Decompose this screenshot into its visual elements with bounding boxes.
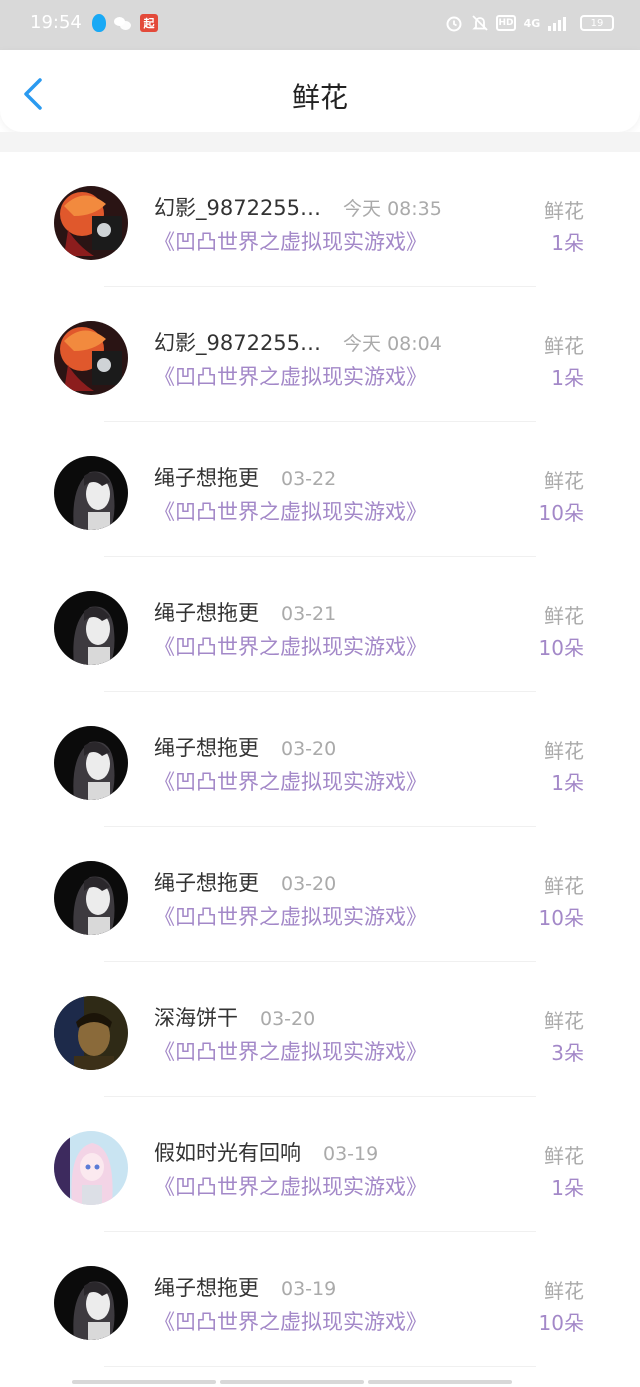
username[interactable]: 幻影_9872255… [154,327,321,357]
gift-type-label: 鲜花 [544,469,584,493]
status-bar: 19:54 起 HD 4G 19 [0,0,640,50]
gift-count: 3朵 [551,1041,584,1065]
item-header: 绳子想拖更 03-21 [154,597,336,627]
timestamp: 03-20 [281,873,337,895]
item-header: 幻影_9872255… 今天 08:35 [154,192,442,222]
timestamp: 03-19 [281,1278,337,1300]
gift-type-label: 鲜花 [544,1144,584,1168]
gift-count: 1朵 [551,1176,584,1200]
username[interactable]: 幻影_9872255… [154,192,321,222]
battery-icon: 19 [580,15,614,31]
list-item[interactable]: 幻影_9872255… 今天 08:04 《凹凸世界之虚拟现实游戏》 鲜花 1朵 [0,287,640,422]
book-title-link[interactable]: 《凹凸世界之虚拟现实游戏》 [154,226,427,256]
gift-type-label: 鲜花 [544,604,584,628]
gift-count: 10朵 [538,906,584,930]
page-indicator [72,1380,512,1384]
list-item[interactable]: 假如时光有回响 03-19 《凹凸世界之虚拟现实游戏》 鲜花 1朵 [0,1097,640,1232]
item-header: 绳子想拖更 03-22 [154,462,336,492]
gift-type-label: 鲜花 [544,1009,584,1033]
qq-icon [92,14,106,32]
gift-type-label: 鲜花 [544,199,584,223]
list-item[interactable]: 绳子想拖更 03-20 《凹凸世界之虚拟现实游戏》 鲜花 1朵 [0,692,640,827]
username[interactable]: 绳子想拖更 [154,1272,259,1302]
item-header: 深海饼干 03-20 [154,1002,315,1032]
timestamp: 03-20 [260,1008,316,1030]
item-header: 幻影_9872255… 今天 08:04 [154,327,442,357]
gift-type-label: 鲜花 [544,334,584,358]
gift-type-label: 鲜花 [544,1279,584,1303]
username[interactable]: 绳子想拖更 [154,867,259,897]
list-item[interactable]: 绳子想拖更 03-19 《凹凸世界之虚拟现实游戏》 鲜花 10朵 [0,1232,640,1367]
item-header: 绳子想拖更 03-19 [154,1272,336,1302]
avatar[interactable] [54,996,128,1070]
signal-icon [548,15,574,31]
navigation-header: 鲜花 [0,50,640,132]
item-header: 假如时光有回响 03-19 [154,1137,378,1167]
avatar[interactable] [54,591,128,665]
gift-count: 1朵 [551,231,584,255]
username[interactable]: 绳子想拖更 [154,732,259,762]
mute-icon [470,13,490,33]
indicator-bar [72,1380,216,1384]
book-title-link[interactable]: 《凹凸世界之虚拟现实游戏》 [154,1036,427,1066]
timestamp: 03-22 [281,468,337,490]
indicator-bar [368,1380,512,1384]
username[interactable]: 绳子想拖更 [154,462,259,492]
system-status-icons: HD 4G 19 [444,13,614,33]
gift-count: 10朵 [538,501,584,525]
item-header: 绳子想拖更 03-20 [154,867,336,897]
page-title: 鲜花 [291,81,348,114]
book-title-link[interactable]: 《凹凸世界之虚拟现实游戏》 [154,361,427,391]
gift-type-label: 鲜花 [544,874,584,898]
section-gap [0,132,640,152]
avatar[interactable] [54,456,128,530]
timestamp: 03-19 [323,1143,379,1165]
gift-count: 10朵 [538,636,584,660]
book-title-link[interactable]: 《凹凸世界之虚拟现实游戏》 [154,1171,427,1201]
hd-icon: HD [496,15,516,31]
avatar[interactable] [54,186,128,260]
gift-type-label: 鲜花 [544,739,584,763]
timestamp: 03-21 [281,603,337,625]
avatar[interactable] [54,726,128,800]
notification-icons: 起 [92,14,158,32]
network-type-icon: 4G [523,16,541,30]
book-title-link[interactable]: 《凹凸世界之虚拟现实游戏》 [154,1306,427,1336]
username[interactable]: 假如时光有回响 [154,1137,301,1167]
book-title-link[interactable]: 《凹凸世界之虚拟现实游戏》 [154,901,427,931]
gift-count: 1朵 [551,366,584,390]
list-item[interactable]: 幻影_9872255… 今天 08:35 《凹凸世界之虚拟现实游戏》 鲜花 1朵 [0,152,640,287]
alarm-icon [444,13,464,33]
indicator-bar [220,1380,364,1384]
book-title-link[interactable]: 《凹凸世界之虚拟现实游戏》 [154,631,427,661]
timestamp: 03-20 [281,738,337,760]
status-time: 19:54 [30,12,82,33]
list-item[interactable]: 绳子想拖更 03-21 《凹凸世界之虚拟现实游戏》 鲜花 10朵 [0,557,640,692]
avatar[interactable] [54,1131,128,1205]
timestamp: 今天 08:35 [343,198,442,220]
avatar[interactable] [54,1266,128,1340]
item-header: 绳子想拖更 03-20 [154,732,336,762]
wechat-icon [114,16,132,30]
list-item[interactable]: 绳子想拖更 03-22 《凹凸世界之虚拟现实游戏》 鲜花 10朵 [0,422,640,557]
book-title-link[interactable]: 《凹凸世界之虚拟现实游戏》 [154,496,427,526]
timestamp: 今天 08:04 [343,333,442,355]
gift-count: 10朵 [538,1311,584,1335]
book-title-link[interactable]: 《凹凸世界之虚拟现实游戏》 [154,766,427,796]
list-item[interactable]: 深海饼干 03-20 《凹凸世界之虚拟现实游戏》 鲜花 3朵 [0,962,640,1097]
list-item[interactable]: 绳子想拖更 03-20 《凹凸世界之虚拟现实游戏》 鲜花 10朵 [0,827,640,962]
avatar[interactable] [54,321,128,395]
username[interactable]: 绳子想拖更 [154,597,259,627]
divider [104,1366,536,1367]
username[interactable]: 深海饼干 [154,1002,238,1032]
qidian-app-icon: 起 [140,14,158,32]
gift-count: 1朵 [551,771,584,795]
gift-record-list: 幻影_9872255… 今天 08:35 《凹凸世界之虚拟现实游戏》 鲜花 1朵… [0,152,640,1367]
avatar[interactable] [54,861,128,935]
